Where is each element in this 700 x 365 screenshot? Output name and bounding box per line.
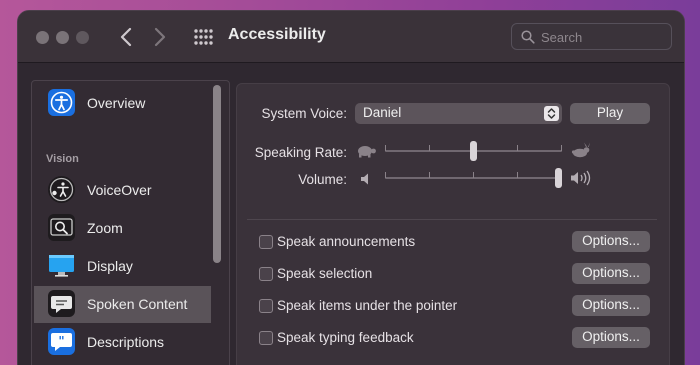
spoken-content-panel: System Voice: Daniel Play Speaking Rate:: [236, 83, 670, 365]
chevron-right-icon: [154, 27, 166, 47]
system-voice-value: Daniel: [363, 105, 402, 120]
sidebar-item-voiceover[interactable]: VoiceOver: [34, 172, 211, 209]
sidebar-item-label: Overview: [87, 95, 146, 111]
speak-announcements-checkbox[interactable]: [259, 235, 273, 249]
sidebar-item-zoom[interactable]: Zoom: [34, 210, 211, 247]
sidebar-item-label: Spoken Content: [87, 296, 188, 312]
preferences-window: Accessibility Overview Vision: [17, 10, 685, 365]
volume-label: Volume:: [298, 172, 347, 187]
section-divider: [247, 219, 657, 220]
speak-typing-feedback-options-button[interactable]: Options...: [572, 327, 650, 348]
speaker-high-icon: [570, 170, 592, 191]
sidebar-item-descriptions[interactable]: " Descriptions: [34, 324, 211, 361]
speak-announcements-label: Speak announcements: [277, 234, 416, 249]
speak-items-under-pointer-checkbox[interactable]: [259, 299, 273, 313]
volume-slider[interactable]: [385, 168, 562, 188]
voiceover-icon: [48, 176, 75, 203]
play-button[interactable]: Play: [570, 103, 650, 124]
speaking-rate-label: Speaking Rate:: [254, 145, 347, 160]
speak-selection-checkbox[interactable]: [259, 267, 273, 281]
search-input[interactable]: [541, 27, 666, 47]
sidebar-item-overview[interactable]: Overview: [34, 85, 211, 122]
chevron-left-icon: [120, 27, 132, 47]
sidebar-section-vision: Vision: [46, 153, 79, 165]
speak-items-under-pointer-options-button[interactable]: Options...: [572, 295, 650, 316]
display-icon: [48, 252, 75, 279]
forward-button[interactable]: [149, 25, 171, 49]
sidebar-item-spoken-content[interactable]: Spoken Content: [34, 286, 211, 323]
system-voice-select[interactable]: Daniel: [355, 103, 562, 124]
svg-text:": ": [58, 334, 64, 348]
speak-typing-feedback-checkbox[interactable]: [259, 331, 273, 345]
sidebar: Overview Vision VoiceOver Zoom Display S…: [31, 80, 230, 365]
speak-typing-feedback-label: Speak typing feedback: [277, 330, 414, 345]
close-window-button[interactable]: [36, 31, 49, 44]
turtle-icon: [355, 143, 377, 164]
sidebar-item-label: Descriptions: [87, 334, 165, 350]
search-icon: [521, 30, 535, 44]
volume-slider-thumb[interactable]: [555, 168, 562, 188]
speak-selection-label: Speak selection: [277, 266, 373, 281]
accessibility-icon: [48, 89, 75, 116]
grid-icon: [194, 29, 213, 45]
speak-selection-options-button[interactable]: Options...: [572, 263, 650, 284]
show-all-button[interactable]: [193, 28, 213, 46]
speak-announcements-options-button[interactable]: Options...: [572, 231, 650, 252]
window-title: Accessibility: [228, 26, 326, 43]
quote-bubble-icon: ": [48, 328, 75, 355]
sidebar-item-label: Zoom: [87, 220, 123, 236]
speaking-rate-slider-thumb[interactable]: [470, 141, 477, 161]
speech-bubble-icon: [48, 290, 75, 317]
system-voice-label: System Voice:: [261, 106, 347, 121]
back-button[interactable]: [115, 25, 137, 49]
rabbit-icon: [570, 142, 592, 164]
sidebar-item-label: Display: [87, 258, 133, 274]
chevron-updown-icon: [544, 106, 559, 121]
sidebar-scrollbar[interactable]: [213, 85, 221, 263]
search-field[interactable]: [511, 23, 672, 50]
zoom-icon: [48, 214, 75, 241]
speaking-rate-slider[interactable]: [385, 141, 562, 161]
minimize-window-button[interactable]: [56, 31, 69, 44]
sidebar-item-label: VoiceOver: [87, 182, 152, 198]
sidebar-item-display[interactable]: Display: [34, 248, 211, 285]
zoom-window-button[interactable]: [76, 31, 89, 44]
speak-items-under-pointer-label: Speak items under the pointer: [277, 298, 458, 313]
title-bar: Accessibility: [18, 11, 684, 63]
speaker-low-icon: [360, 172, 372, 191]
